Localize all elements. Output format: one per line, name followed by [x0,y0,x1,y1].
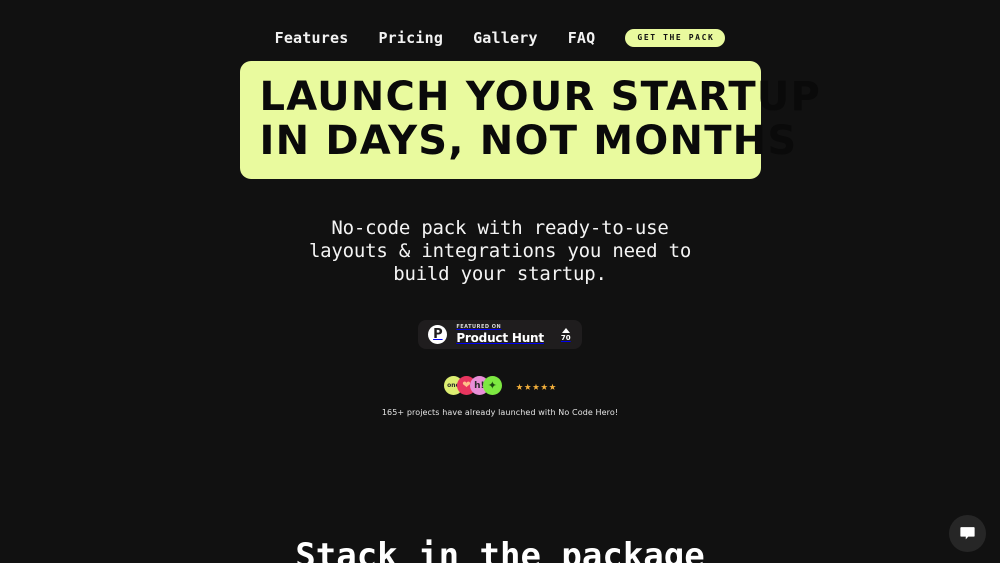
nav-link-faq[interactable]: FAQ [568,29,596,47]
nav-link-pricing[interactable]: Pricing [378,29,443,47]
hero-headline-banner: LAUNCH YOUR STARTUP IN DAYS, NOT MONTHS [239,61,822,179]
chat-widget-button[interactable] [949,515,986,552]
get-the-pack-button[interactable]: GET THE PACK [625,28,726,48]
social-proof-caption: 165+ projects have already launched with… [381,408,619,417]
hero-subheadline-line-3: build your startup. [393,263,607,285]
product-hunt-badge[interactable]: P FEATURED ON Product Hunt 70 [418,320,582,349]
nav-link-features[interactable]: Features [275,29,349,47]
hero-section: LAUNCH YOUR STARTUP IN DAYS, NOT MONTHS [0,61,1000,179]
product-hunt-name: Product Hunt [456,331,544,345]
nav-link-gallery[interactable]: Gallery [473,29,538,47]
avatar-group: one ❤ h! ✦ [443,376,502,395]
chat-bubble-icon [960,527,975,540]
avatar-4: ✦ [482,376,502,395]
hero-subheadline: No-code pack with ready-to-use layouts &… [0,217,1000,286]
hero-headline-line-2: IN DAYS, NOT MONTHS [259,118,798,164]
star-icon: ★ [548,378,557,393]
product-hunt-upvotes[interactable]: 70 [560,327,571,342]
hero-subheadline-line-2: layouts & integrations you need to [308,240,692,262]
star-icon: ★ [540,378,548,393]
next-section-heading: Stack in the package [295,536,705,563]
product-hunt-label-group: FEATURED ON Product Hunt [456,324,544,345]
star-icon: ★ [524,378,532,393]
caret-up-icon [561,327,570,333]
product-hunt-logo-icon: P [428,325,448,344]
star-icon: ★ [515,378,524,393]
product-hunt-upvote-count: 70 [560,333,571,342]
social-proof-section: one ❤ h! ✦ ★ ★ ★ ★ ★ 165+ projects have … [0,376,1000,417]
social-proof-row: one ❤ h! ✦ ★ ★ ★ ★ ★ [443,376,556,395]
main-navigation: Features Pricing Gallery FAQ GET THE PAC… [0,0,1000,48]
hero-headline-line-1: LAUNCH YOUR STARTUP [259,74,822,120]
product-hunt-badge-wrapper: P FEATURED ON Product Hunt 70 [0,320,1000,349]
star-rating: ★ ★ ★ ★ ★ [516,380,556,392]
star-icon: ★ [532,378,540,393]
product-hunt-featured-label: FEATURED ON [456,324,502,330]
hero-subheadline-line-1: No-code pack with ready-to-use [331,217,669,239]
